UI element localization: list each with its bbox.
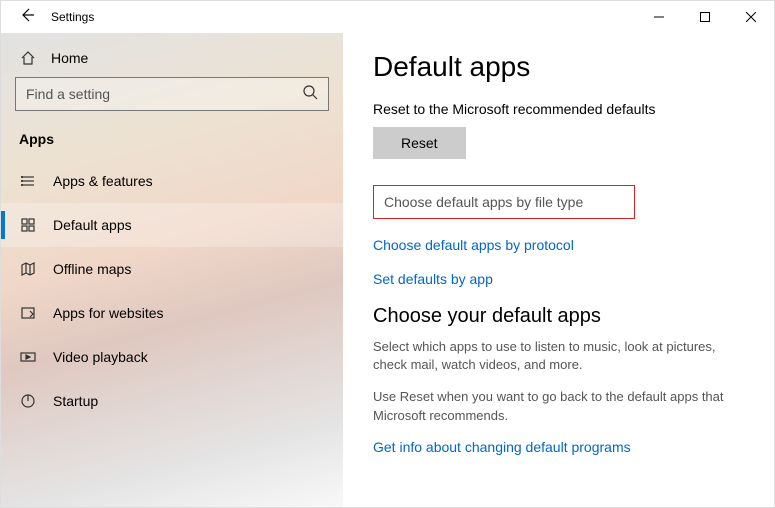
- window-title: Settings: [51, 10, 94, 24]
- titlebar: Settings: [1, 1, 774, 33]
- sidebar-item-startup[interactable]: Startup: [1, 379, 343, 423]
- video-playback-icon: [19, 348, 37, 366]
- reset-description: Reset to the Microsoft recommended defau…: [373, 101, 744, 117]
- startup-icon: [19, 392, 37, 410]
- sidebar-item-label: Default apps: [53, 217, 132, 233]
- content-area: Default apps Reset to the Microsoft reco…: [343, 33, 774, 507]
- home-nav[interactable]: Home: [1, 39, 343, 77]
- search-icon: [302, 84, 318, 105]
- apps-websites-icon: [19, 304, 37, 322]
- back-icon[interactable]: [19, 7, 35, 28]
- sidebar-item-offline-maps[interactable]: Offline maps: [1, 247, 343, 291]
- apps-features-icon: [19, 172, 37, 190]
- page-heading: Default apps: [373, 51, 744, 83]
- sidebar-item-label: Apps for websites: [53, 305, 164, 321]
- link-choose-by-protocol[interactable]: Choose default apps by protocol: [373, 237, 744, 253]
- search-input[interactable]: [26, 86, 302, 102]
- link-choose-by-file-type[interactable]: Choose default apps by file type: [373, 185, 635, 219]
- sidebar-item-label: Video playback: [53, 349, 148, 365]
- sidebar-item-apps-features[interactable]: Apps & features: [1, 159, 343, 203]
- minimize-button[interactable]: [636, 1, 682, 33]
- home-label: Home: [51, 50, 88, 66]
- choose-heading: Choose your default apps: [373, 305, 744, 328]
- sidebar-item-apps-websites[interactable]: Apps for websites: [1, 291, 343, 335]
- default-apps-icon: [19, 216, 37, 234]
- sidebar-item-label: Startup: [53, 393, 98, 409]
- sidebar-item-default-apps[interactable]: Default apps: [1, 203, 343, 247]
- nav-list: Apps & features Default apps Offline map…: [1, 159, 343, 423]
- link-set-defaults-by-app[interactable]: Set defaults by app: [373, 271, 744, 287]
- section-label: Apps: [1, 125, 343, 159]
- link-get-info[interactable]: Get info about changing default programs: [373, 439, 744, 455]
- search-box[interactable]: [15, 77, 329, 111]
- choose-para-2: Use Reset when you want to go back to th…: [373, 388, 744, 424]
- sidebar: Home Apps Apps & features Default apps O…: [1, 33, 343, 507]
- home-icon: [19, 49, 37, 67]
- offline-maps-icon: [19, 260, 37, 278]
- choose-para-1: Select which apps to use to listen to mu…: [373, 338, 744, 374]
- sidebar-item-label: Offline maps: [53, 261, 131, 277]
- maximize-button[interactable]: [682, 1, 728, 33]
- sidebar-item-label: Apps & features: [53, 173, 153, 189]
- reset-button[interactable]: Reset: [373, 127, 466, 159]
- sidebar-item-video-playback[interactable]: Video playback: [1, 335, 343, 379]
- close-button[interactable]: [728, 1, 774, 33]
